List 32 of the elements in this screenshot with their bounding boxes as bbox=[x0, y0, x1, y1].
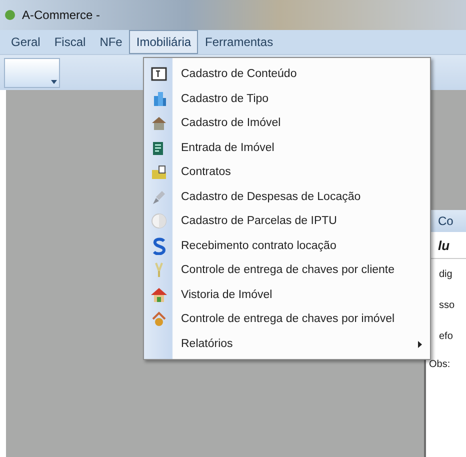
menu-item[interactable]: Controle de entrega de chaves por imóvel bbox=[144, 307, 430, 332]
menu-item[interactable]: Imobiliária bbox=[129, 30, 198, 54]
toolbar-button[interactable] bbox=[4, 58, 60, 88]
menu-item[interactable]: Cadastro de Parcelas de IPTU bbox=[144, 209, 430, 234]
menu-item[interactable]: NFe bbox=[92, 30, 130, 54]
field-label: dig bbox=[439, 269, 452, 280]
frame-icon bbox=[150, 65, 168, 84]
menu-item[interactable]: Cadastro de Tipo bbox=[144, 86, 430, 111]
dropdown-icon bbox=[51, 78, 57, 84]
menu-item[interactable]: Geral bbox=[4, 30, 48, 54]
menu-item[interactable]: Cadastro de Despesas de Locação bbox=[144, 184, 430, 209]
menu-item[interactable]: Vistoria de Imóvel bbox=[144, 282, 430, 307]
field-label: Obs: bbox=[429, 358, 450, 370]
menu-item[interactable]: Recebimento contrato locação bbox=[144, 234, 430, 258]
house-icon bbox=[150, 114, 168, 132]
app-icon bbox=[4, 9, 16, 21]
folder-icon bbox=[150, 163, 168, 182]
menu-item[interactable]: Contratos bbox=[144, 160, 430, 184]
house-icon bbox=[150, 286, 168, 304]
field-label: efo bbox=[439, 331, 453, 342]
menu-item[interactable]: Relatórios bbox=[144, 332, 430, 356]
circle-icon bbox=[150, 212, 168, 230]
window-title: A-Commerce - bbox=[22, 8, 100, 22]
field-label: sso bbox=[439, 300, 455, 311]
menu-item[interactable]: Ferramentas bbox=[198, 30, 280, 54]
menu-item[interactable]: Entrada de Imóvel bbox=[144, 136, 430, 160]
house-icon bbox=[150, 310, 168, 328]
child-window-title: Co bbox=[438, 214, 454, 228]
menu-item[interactable]: Cadastro de Imóvel bbox=[144, 111, 430, 136]
form-heading: lu bbox=[438, 238, 450, 252]
menu-item[interactable]: Fiscal bbox=[47, 30, 93, 54]
menu-item[interactable]: Controle de entrega de chaves por cliente bbox=[144, 258, 430, 282]
